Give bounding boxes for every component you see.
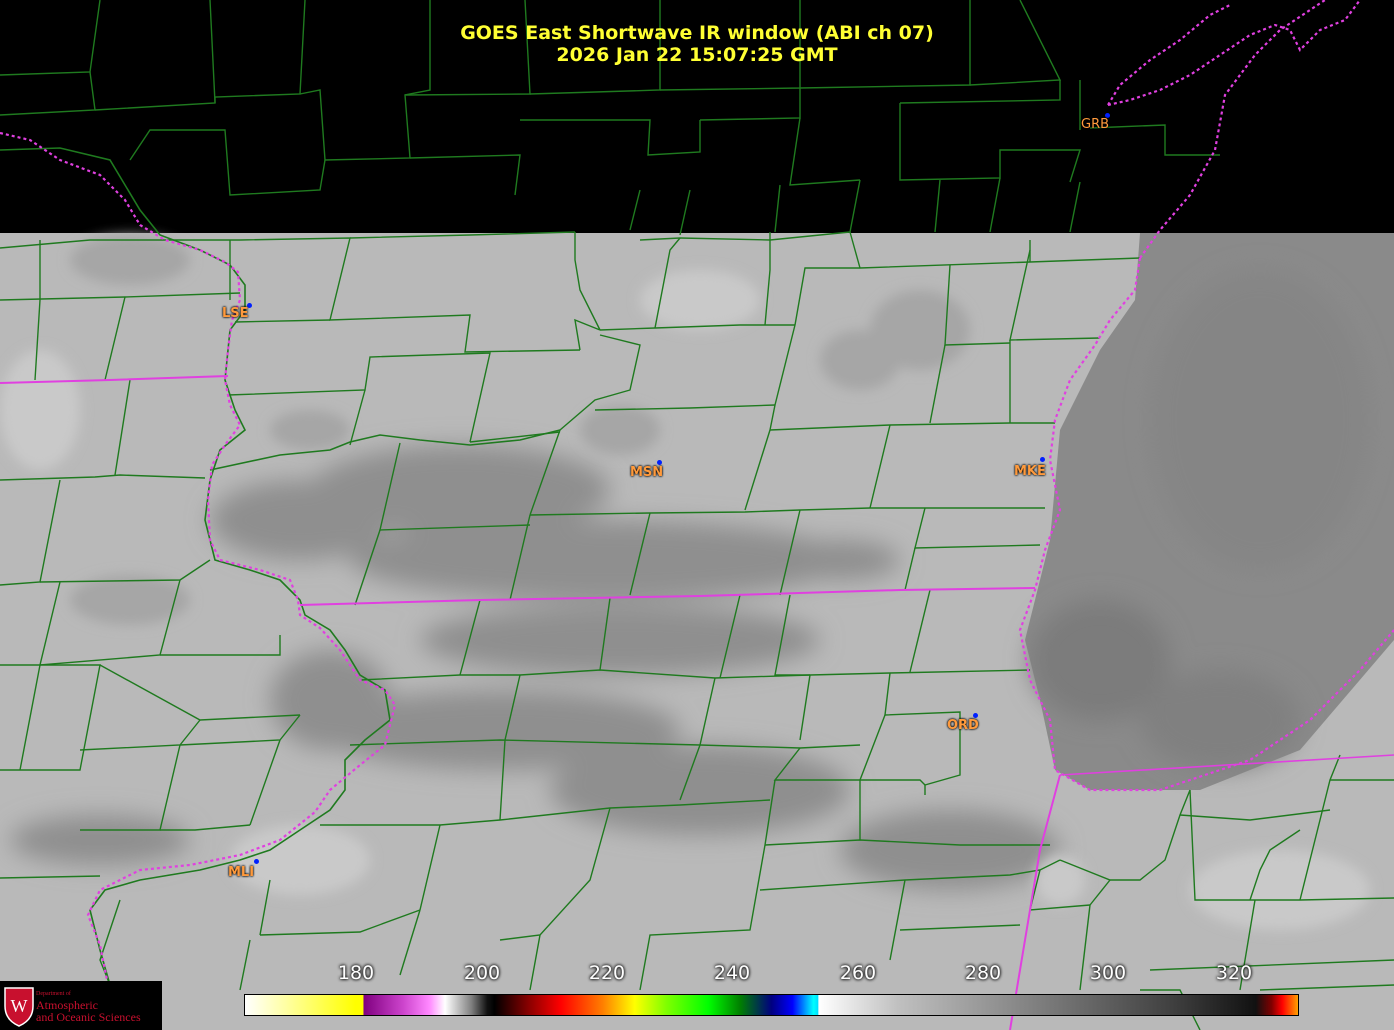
crest-letter: W (11, 996, 28, 1016)
logo-line-3: and Oceanic Sciences (36, 1010, 141, 1024)
uw-crest-icon: W (4, 987, 34, 1027)
colorbar-tick-280: 280 (964, 962, 1002, 984)
station-label-ord: ORD (947, 718, 979, 733)
title-line-2: 2026 Jan 22 15:07:25 GMT (556, 44, 838, 66)
station-label-mli: MLI (228, 865, 255, 880)
colorbar-tick-200: 200 (463, 962, 501, 984)
station-label-msn: MSN (630, 465, 664, 480)
satellite-map (0, 0, 1394, 1030)
colorbar-tick-300: 300 (1089, 962, 1127, 984)
colorbar-tick-260: 260 (839, 962, 877, 984)
colorbar-tick-240: 240 (713, 962, 751, 984)
colorbar-tick-320: 320 (1215, 962, 1253, 984)
title-line-1: GOES East Shortwave IR window (ABI ch 07… (460, 22, 934, 44)
station-dot-mke (1040, 457, 1045, 462)
colorbar-tick-220: 220 (588, 962, 626, 984)
station-dot-mli (254, 859, 259, 864)
station-label-mke: MKE (1014, 464, 1046, 479)
colorbar-tick-180: 180 (337, 962, 375, 984)
station-label-lse: LSE (222, 306, 249, 321)
logo-line-1: Department of (36, 991, 71, 997)
aos-logo: W Department of Atmospheric and Oceanic … (0, 981, 162, 1030)
temperature-colorbar (244, 994, 1299, 1016)
station-label-grb: GRB (1081, 117, 1110, 132)
